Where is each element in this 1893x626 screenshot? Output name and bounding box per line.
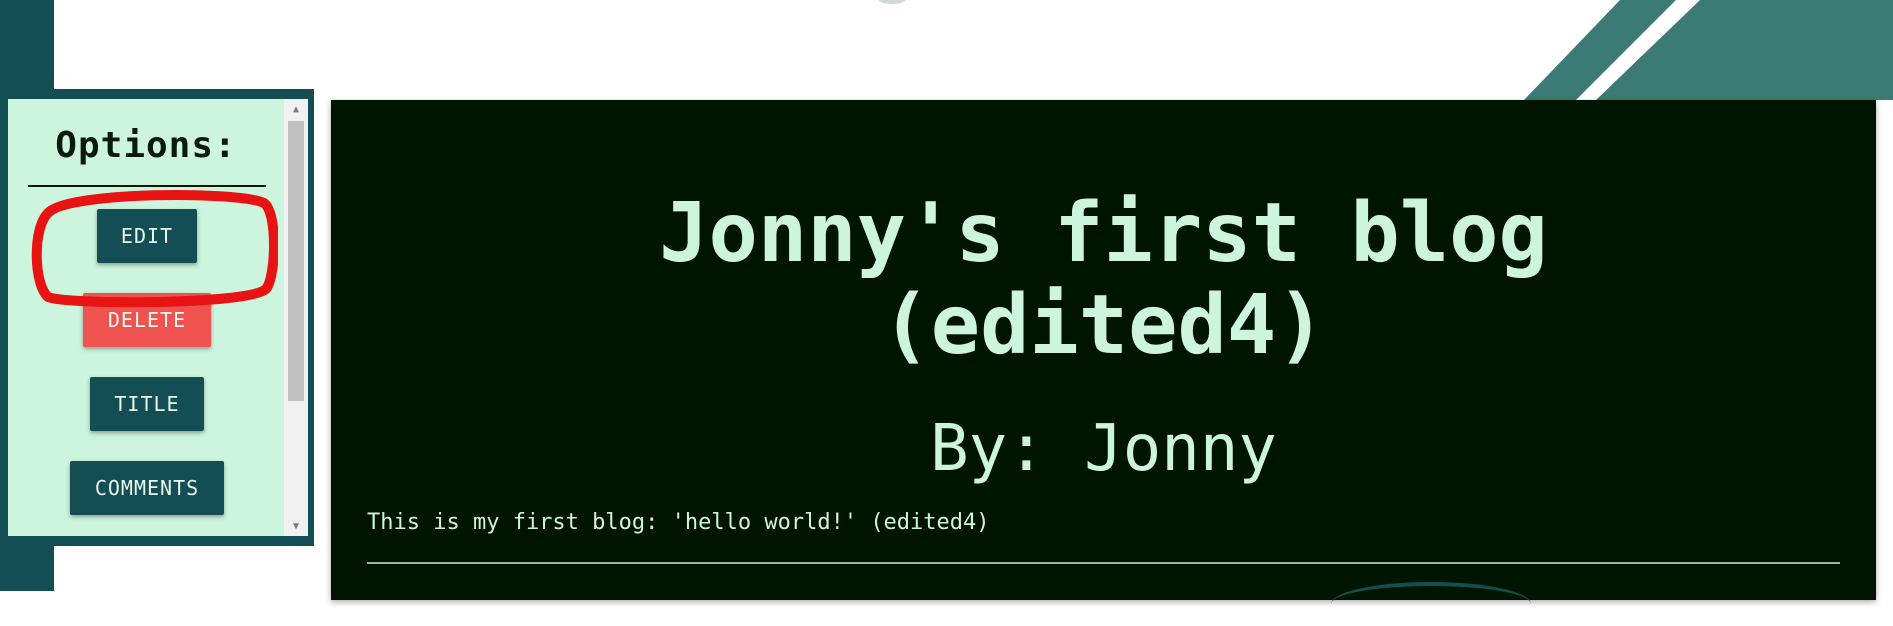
comments-button[interactable]: COMMENTS [70, 461, 224, 515]
title-button[interactable]: TITLE [90, 377, 204, 431]
edit-button[interactable]: EDIT [97, 209, 197, 263]
delete-button[interactable]: DELETE [83, 293, 211, 347]
top-decoration [878, 0, 906, 4]
blog-title-line-1: Jonny's first blog [659, 186, 1548, 281]
scroll-up-arrow-icon[interactable]: ▲ [284, 99, 308, 119]
bottom-decoration [1331, 582, 1531, 626]
scroll-down-arrow-icon[interactable]: ▼ [284, 516, 308, 536]
blog-post-card: Jonny's first blog (edited4) By: Jonny T… [331, 100, 1876, 600]
options-panel: Options: EDIT DELETE TITLE COMMENTS [8, 99, 284, 536]
blog-body-text: This is my first blog: 'hello world!' (e… [367, 510, 990, 535]
blog-divider [367, 562, 1840, 564]
options-divider [28, 185, 266, 187]
blog-author: By: Jonny [930, 412, 1277, 486]
options-sidebar: Options: EDIT DELETE TITLE COMMENTS ▲ ▼ [4, 89, 314, 546]
blog-title: Jonny's first blog (edited4) [331, 188, 1876, 372]
options-scrollbar[interactable]: ▲ ▼ [284, 99, 308, 536]
scroll-thumb[interactable] [288, 121, 304, 401]
blog-title-line-2: (edited4) [881, 278, 1326, 373]
options-heading: Options: [55, 125, 237, 166]
